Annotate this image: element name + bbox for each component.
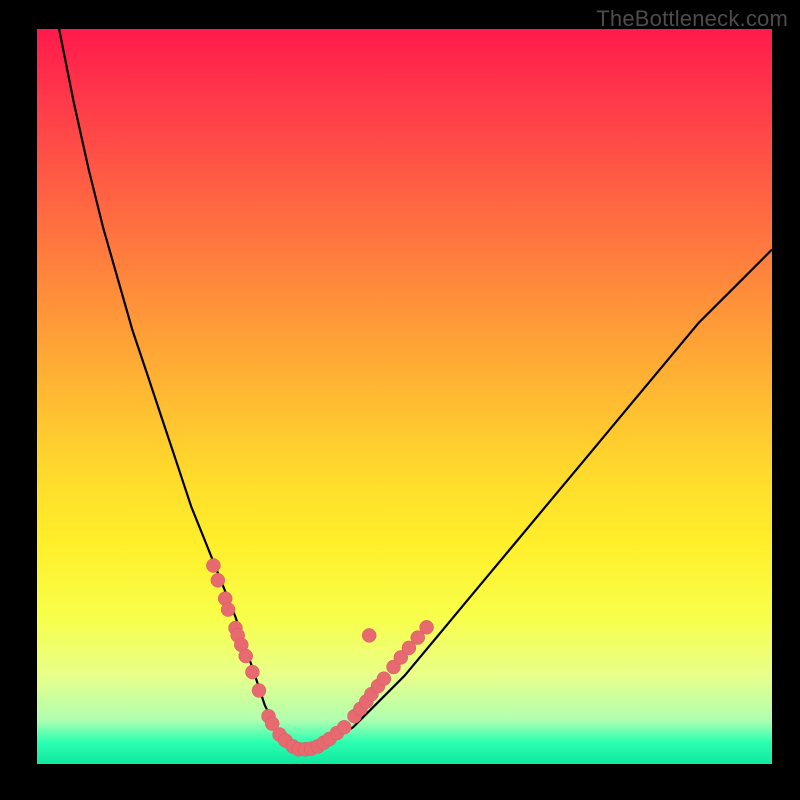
data-point bbox=[252, 684, 266, 698]
plot-area bbox=[37, 29, 772, 764]
watermark-text: TheBottleneck.com bbox=[596, 6, 788, 32]
data-point bbox=[377, 672, 391, 686]
data-point bbox=[337, 720, 351, 734]
chart-svg bbox=[37, 29, 772, 764]
data-point bbox=[420, 620, 434, 634]
chart-frame: TheBottleneck.com bbox=[0, 0, 800, 800]
data-point bbox=[221, 603, 235, 617]
data-point bbox=[206, 559, 220, 573]
data-point bbox=[245, 665, 259, 679]
data-point bbox=[362, 628, 376, 642]
data-point bbox=[239, 649, 253, 663]
data-markers bbox=[206, 559, 433, 757]
data-point bbox=[211, 573, 225, 587]
